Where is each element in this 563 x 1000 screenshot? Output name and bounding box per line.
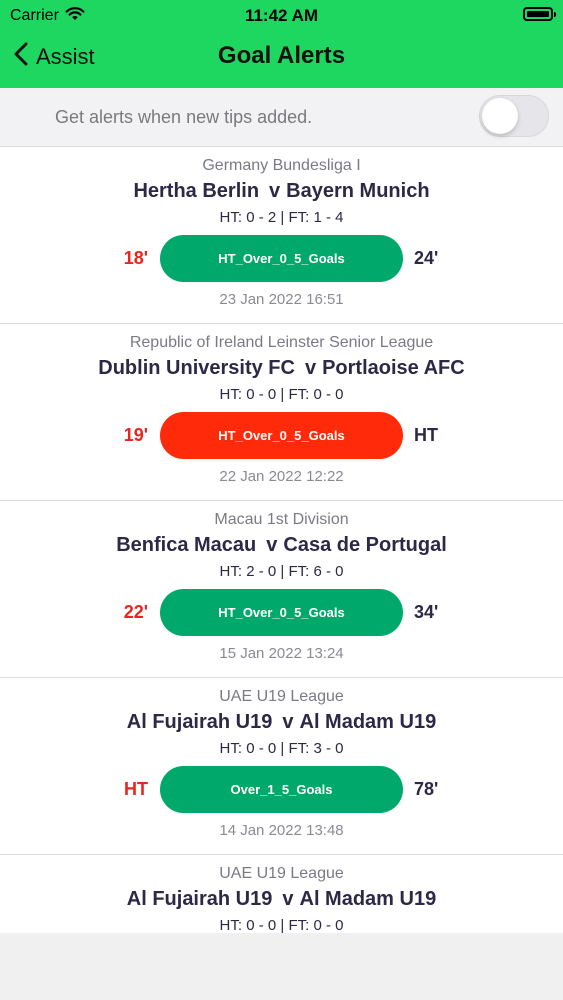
tip-badge[interactable]: Over_1_5_Goals <box>160 766 403 813</box>
alert-card[interactable]: Germany Bundesliga I Hertha Berlin v Bayer… <box>0 147 563 324</box>
home-team: Al Fujairah U19 <box>126 888 273 910</box>
home-team: Benfica Macau <box>116 534 257 556</box>
league-name: Germany Bundesliga I <box>202 157 361 174</box>
home-team: Dublin University FC <box>98 357 295 379</box>
versus-label: v <box>304 357 317 379</box>
tip-badge[interactable]: HT_Over_0_5_Goals <box>160 589 403 636</box>
tip-badge[interactable]: HT_Over_0_5_Goals <box>160 235 403 282</box>
match-teams: Al Fujairah U19 v Al Madam U19 <box>0 888 563 911</box>
toggle-knob <box>482 98 518 134</box>
match-teams: Dublin University FC v Portlaoise AFC <box>0 357 563 380</box>
versus-label: v <box>282 711 294 733</box>
tip-minute: 18' <box>123 248 148 268</box>
away-team: Al Madam U19 <box>299 711 437 733</box>
tip-minute: 19' <box>123 425 148 445</box>
battery-icon <box>523 7 556 21</box>
alert-card[interactable]: Republic of Ireland Leinster Senior Leag… <box>0 324 563 501</box>
alert-card[interactable]: Macau 1st Division Benfica Macau v Casa de… <box>0 501 563 678</box>
away-team: Al Madam U19 <box>299 888 437 910</box>
home-team: Hertha Berlin <box>133 180 260 202</box>
alert-date: 22 Jan 2022 12:22 <box>219 468 344 485</box>
alerts-setting-label: Get alerts when new tips added. <box>55 107 313 127</box>
alerts-list: Germany Bundesliga I Hertha Berlin v Bayer… <box>0 147 563 933</box>
away-team: Bayern Munich <box>286 180 430 202</box>
league-name: UAE U19 League <box>219 865 344 882</box>
league-name: Republic of Ireland Leinster Senior Leag… <box>129 334 434 351</box>
match-score: HT: 0 - 0 | FT: 3 - 0 <box>219 740 344 757</box>
result-minute: 78' <box>414 779 439 799</box>
match-score: HT: 0 - 2 | FT: 1 - 4 <box>219 209 344 226</box>
new-tips-alert-toggle[interactable] <box>479 95 549 137</box>
result-minute: 24' <box>414 248 439 268</box>
home-team: Al Fujairah U19 <box>126 711 273 733</box>
versus-label: v <box>269 180 281 202</box>
result-minute: HT <box>414 425 438 445</box>
match-teams: Hertha Berlin v Bayern Munich <box>0 180 563 203</box>
alert-date: 23 Jan 2022 16:51 <box>219 291 344 308</box>
alert-date: 15 Jan 2022 13:24 <box>219 645 344 662</box>
versus-label: v <box>282 888 294 910</box>
match-score: HT: 0 - 0 | FT: 0 - 0 <box>219 386 344 403</box>
league-name: UAE U19 League <box>219 688 344 705</box>
match-teams: Benfica Macau v Casa de Portugal <box>0 534 563 557</box>
alert-card[interactable]: UAE U19 League Al Fujairah U19 v Al Madam … <box>0 855 563 933</box>
match-score: HT: 0 - 0 | FT: 0 - 0 <box>219 917 344 933</box>
versus-label: v <box>266 534 278 556</box>
status-bar: Carrier 11:42 AM <box>0 0 563 30</box>
tip-minute: HT <box>124 779 148 799</box>
result-minute: 34' <box>414 602 439 622</box>
away-team: Casa de Portugal <box>283 534 447 556</box>
status-time: 11:42 AM <box>244 6 319 25</box>
away-team: Portlaoise AFC <box>322 357 465 379</box>
navigation-bar: Assist Goal Alerts <box>0 30 563 88</box>
league-name: Macau 1st Division <box>214 511 349 528</box>
match-score: HT: 2 - 0 | FT: 6 - 0 <box>219 563 344 580</box>
page-title: Goal Alerts <box>217 42 346 69</box>
tip-badge[interactable]: HT_Over_0_5_Goals <box>160 412 403 459</box>
match-teams: Al Fujairah U19 v Al Madam U19 <box>0 711 563 734</box>
tip-minute: 22' <box>123 602 148 622</box>
alert-card[interactable]: UAE U19 League Al Fujairah U19 v Al Madam … <box>0 678 563 855</box>
alert-date: 14 Jan 2022 13:48 <box>219 822 344 839</box>
